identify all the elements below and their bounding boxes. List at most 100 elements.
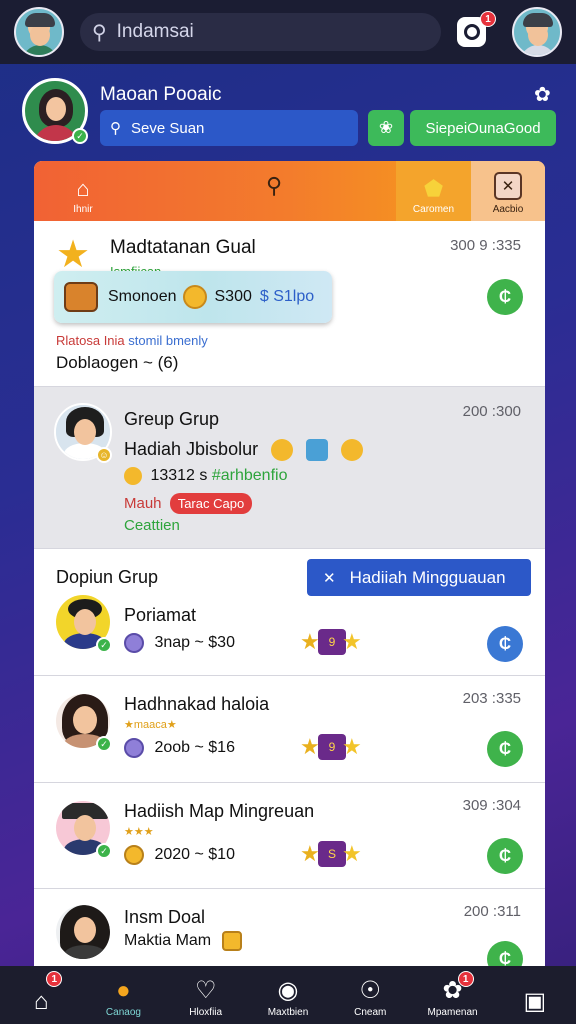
bottom-nav: ⌂ 1 ● Canaog ♡ Hloxfiia ◉ Maxtbien ☉ Cne… <box>0 966 576 1024</box>
tab-aacbio[interactable]: ✕ Aacbio <box>471 161 545 221</box>
nav-badge: 1 <box>46 971 63 987</box>
panel-tab-bar: ⌂ Ihnir ⚲ ⬟ Caromen ✕ Aacbio <box>34 161 545 221</box>
item-title: Madtatanan Gual <box>110 237 256 258</box>
verified-icon: ✓ <box>96 736 112 752</box>
item-title: Greup Grup <box>124 409 220 429</box>
list-item[interactable]: ✓ Hadiish Map Mingreuan 309 :304 ★★★ 202… <box>34 783 545 889</box>
item-hashtag: #arhbenfio <box>211 467 288 485</box>
section-title: Dopiun Grup <box>56 567 159 587</box>
nav-label: Maxtbien <box>267 1007 309 1018</box>
avatar <box>54 903 112 961</box>
item-stat-value: 2020 ~ $10 <box>154 846 235 864</box>
nav-label: Hloxfiia <box>189 1007 223 1018</box>
reward-icon: ★ 9 ★ <box>300 629 362 655</box>
camera-icon <box>463 24 480 40</box>
coin-icon <box>182 285 207 309</box>
coin-icon <box>124 633 144 653</box>
action-button[interactable]: ₵ <box>487 626 523 662</box>
info-line: Rlatosa Inia stomil bmenly <box>56 333 208 348</box>
item-title: Insm Doal <box>124 907 206 927</box>
nav-hloxfiia[interactable]: ♡ Hloxfiia <box>165 966 247 1024</box>
leaf-button[interactable]: ❀ <box>368 110 404 146</box>
tab-caromen[interactable]: ⬟ Caromen <box>396 161 471 221</box>
profile-avatar-button[interactable] <box>512 7 562 57</box>
item-title: Hadhnakad haloia <box>124 694 270 714</box>
info-red-text: Rlatosa Inia <box>56 333 125 348</box>
item-stat-value: 3nap ~ $30 <box>154 634 235 652</box>
tab-caromen-label: Caromen <box>412 204 455 215</box>
profile-name: Maoan Pooaic <box>100 84 222 105</box>
nav-cneam[interactable]: ☉ Cneam <box>329 966 411 1024</box>
search-bar[interactable]: ⚲ Indamsai <box>80 13 442 51</box>
verified-icon: ✓ <box>96 637 112 653</box>
item-title: Hadiish Map Mingreuan <box>124 801 315 821</box>
nav-home[interactable]: ⌂ 1 <box>0 966 82 1024</box>
item-time: 200 :300 <box>462 403 521 420</box>
list-item[interactable]: Dopiun Grup ✕ Hadiiah Mingguauan ✓ Poria… <box>34 549 545 676</box>
item-footer: Ceattien <box>124 517 180 534</box>
camera-icon: ◉ <box>277 977 299 1004</box>
info-blue-text: stomil bmenly <box>128 333 208 348</box>
item-stat-value: Maktia Mam <box>124 932 212 950</box>
search-icon: ⚲ <box>92 21 107 44</box>
search-icon: ⚲ <box>110 120 121 137</box>
verified-icon: ✓ <box>72 128 88 144</box>
action-button[interactable]: ₵ <box>487 838 523 874</box>
coin-icon <box>124 467 142 485</box>
item-time: 203 :335 <box>462 690 521 707</box>
item-title: Poriamat <box>124 605 197 625</box>
badge-icon: ⬟ <box>423 176 444 201</box>
top-bar: ⚲ Indamsai 1 <box>0 0 576 64</box>
nav-label: Cneam <box>354 1007 387 1018</box>
nav-canaog[interactable]: ● Canaog <box>82 966 164 1024</box>
rating: ★maaca★ <box>124 719 177 731</box>
action-button[interactable]: ₵ <box>487 731 523 767</box>
verified-icon: ✓ <box>96 843 112 859</box>
gear-icon[interactable]: ✿ <box>534 82 551 107</box>
tools-icon: ✕ <box>494 172 522 200</box>
main-panel: ⌂ Ihnir ⚲ ⬟ Caromen ✕ Aacbio ★ Madtatana… <box>34 161 545 981</box>
heart-chat-icon: ♡ <box>194 977 217 1004</box>
search-field-label: Seve Suan <box>131 119 205 137</box>
item-time: 300 9 :335 <box>450 237 521 254</box>
action-button[interactable]: ₵ <box>487 279 523 315</box>
nav-maxtbien[interactable]: ◉ Maxtbien <box>247 966 329 1024</box>
reward-pill[interactable]: Smonoen S300 $ S1lpo <box>54 271 332 323</box>
item-line: 13312 s #arhbenfio <box>124 467 287 485</box>
nav-mpamenan[interactable]: ✿ Mpamenan 1 <box>411 966 493 1024</box>
gift-icon <box>221 931 242 951</box>
tab-aacbio-label: Aacbio <box>492 204 524 215</box>
item-line: Mauh Tarac Capo <box>124 493 253 514</box>
home-icon: ⌂ <box>76 176 90 201</box>
pill-amount: S300 <box>214 288 252 305</box>
notification-button[interactable]: 1 <box>457 11 496 47</box>
close-icon: ✕ <box>323 569 336 587</box>
search-input[interactable]: Indamsai <box>117 21 194 43</box>
primary-cta-button[interactable]: SiepeiOunaGood <box>410 110 556 146</box>
rating: ★★★ <box>124 826 154 838</box>
list-item[interactable]: ☺ Greup Grup 200 :300 Hadiah Jbisbolur 1… <box>34 387 545 549</box>
user-avatar[interactable] <box>14 7 64 57</box>
coin-icon <box>341 439 364 462</box>
item-stat-value: 2oob ~ $16 <box>154 739 235 757</box>
share-icon: ▣ <box>523 988 547 1015</box>
status-badge: Tarac Capo <box>169 493 253 514</box>
nav-label: Canaog <box>105 1007 141 1018</box>
item-line-text: Hadiah Jbisbolur <box>124 439 259 459</box>
list-item[interactable]: ★ Madtatanan Gual 300 9 :335 Ismfiican S… <box>34 221 545 387</box>
item-count: 13312 s <box>150 467 208 485</box>
weekly-prize-button[interactable]: ✕ Hadiiah Mingguauan <box>307 559 531 596</box>
gift-icon <box>306 439 329 462</box>
dropdown[interactable]: Doblaogen ~ (6) <box>56 353 178 373</box>
weekly-prize-label: Hadiiah Mingguauan <box>349 567 506 587</box>
tab-home[interactable]: ⌂ Ihnir <box>34 161 132 221</box>
coin-icon <box>124 845 144 865</box>
item-stat: Maktia Mam <box>124 931 248 951</box>
search-icon: ⚲ <box>266 173 283 198</box>
search-field-secondary[interactable]: ⚲ Seve Suan <box>100 110 358 146</box>
list-item[interactable]: ✓ Hadhnakad haloia 203 :335 ★maaca★ 2oob… <box>34 676 545 783</box>
nav-share[interactable]: ▣ <box>494 966 576 1024</box>
reward-icon: ★ S ★ <box>300 841 362 867</box>
item-stat: 2020 ~ $10 <box>124 845 235 865</box>
home-icon: ⌂ <box>33 988 49 1015</box>
